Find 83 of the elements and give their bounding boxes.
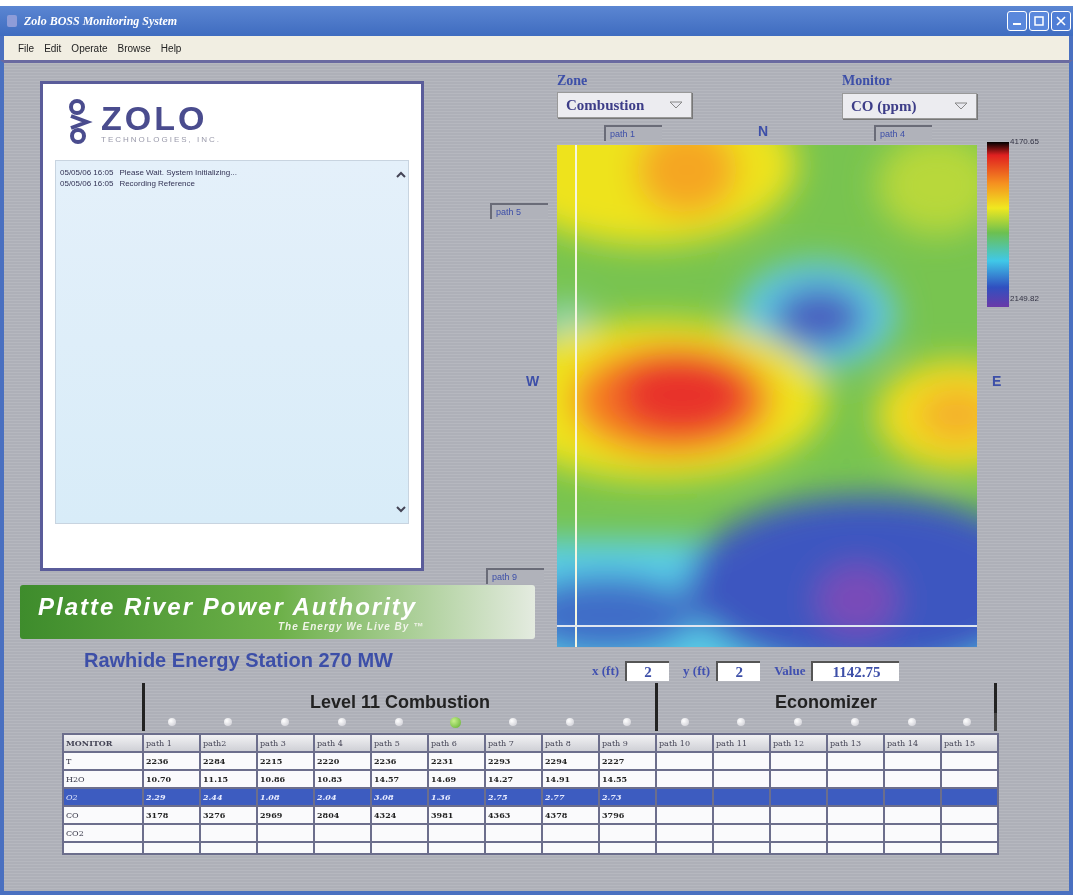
path-indicator[interactable] bbox=[565, 718, 574, 726]
caret-icon bbox=[954, 102, 968, 110]
path-indicator[interactable] bbox=[337, 718, 346, 726]
banner-title: Platte River Power Authority bbox=[38, 592, 419, 621]
compass-label: E bbox=[992, 373, 1002, 389]
column-header: path 9 bbox=[599, 734, 656, 752]
caret-icon bbox=[669, 101, 683, 109]
close-button[interactable] bbox=[1051, 11, 1071, 31]
scale-min-label: 2149.82 bbox=[1010, 294, 1039, 303]
column-header: path 5 bbox=[371, 734, 428, 752]
log-time: 05/05/06 16:05 bbox=[60, 178, 114, 189]
log-time: 05/05/06 16:05 bbox=[60, 167, 114, 178]
y-field[interactable]: 2 bbox=[716, 661, 761, 681]
x-field[interactable]: 2 bbox=[625, 661, 670, 681]
column-header: MONITOR bbox=[63, 734, 143, 752]
path-indicator[interactable] bbox=[450, 716, 461, 728]
compass-label: W bbox=[526, 373, 540, 389]
path-label: path 4 bbox=[874, 125, 932, 141]
app-icon bbox=[6, 14, 18, 28]
path-indicator[interactable] bbox=[963, 718, 971, 726]
column-header: path 1 bbox=[143, 734, 200, 752]
section-title: Level 11 Combustion bbox=[309, 692, 490, 713]
maximize-icon bbox=[1034, 16, 1044, 26]
station-title: Rawhide Energy Station 270 MW bbox=[84, 649, 394, 672]
path-indicator[interactable] bbox=[622, 718, 631, 726]
path-indicator[interactable] bbox=[508, 718, 517, 726]
logo-tagline: TECHNOLOGIES, INC. bbox=[101, 134, 221, 144]
logo-text: ZOLO bbox=[101, 100, 209, 135]
table-row[interactable]: H2O 10.70 11.15 10.86 10.83 14.57 14.69 14.27 14.91 14.55 bbox=[63, 770, 998, 788]
column-header: path 7 bbox=[485, 734, 542, 752]
column-header: path 15 bbox=[941, 734, 998, 752]
menu-item[interactable]: Edit bbox=[44, 42, 62, 54]
column-header: path 13 bbox=[827, 734, 884, 752]
path-indicator[interactable] bbox=[280, 718, 289, 726]
column-header: path 8 bbox=[542, 734, 599, 752]
scale-max-label: 4170.65 bbox=[1010, 137, 1039, 146]
menu-item[interactable]: Operate bbox=[71, 42, 108, 54]
zone-label: Zone bbox=[557, 73, 588, 89]
path-label: path 5 bbox=[490, 203, 548, 219]
path-indicator[interactable] bbox=[223, 718, 232, 726]
banner-slogan: The Energy We Live By ™ bbox=[278, 620, 426, 632]
column-header: path 4 bbox=[314, 734, 371, 752]
path-indicator[interactable] bbox=[168, 718, 176, 726]
x-label: x (ft) bbox=[592, 663, 620, 679]
scroll-up-icon[interactable] bbox=[396, 171, 406, 179]
path-indicator[interactable] bbox=[736, 718, 745, 726]
column-header: path 6 bbox=[428, 734, 485, 752]
path-indicator[interactable] bbox=[850, 718, 859, 726]
path-label: path 9 bbox=[486, 568, 544, 584]
value-field[interactable]: 1142.75 bbox=[811, 661, 900, 681]
table-row[interactable]: CO2 bbox=[63, 824, 998, 842]
column-header: path2 bbox=[200, 734, 257, 752]
menu-item[interactable]: Browse bbox=[117, 42, 151, 54]
table-row[interactable]: CO 3178 3276 2969 2804 4324 3981 4363 4378 3796 bbox=[63, 806, 998, 824]
path-indicator[interactable] bbox=[681, 718, 689, 726]
minimize-button[interactable] bbox=[1007, 11, 1027, 31]
column-header: path 11 bbox=[713, 734, 770, 752]
menu-item[interactable]: Help bbox=[160, 42, 182, 54]
section-title: Economizer bbox=[775, 692, 877, 713]
menu-item[interactable]: File bbox=[18, 42, 35, 54]
column-header: path 14 bbox=[884, 734, 941, 752]
compass-label: N bbox=[758, 123, 769, 139]
path-indicator[interactable] bbox=[793, 718, 802, 726]
path-label: path 1 bbox=[604, 125, 662, 141]
close-icon bbox=[1056, 16, 1066, 26]
monitor-label: Monitor bbox=[842, 73, 892, 89]
log-message: Please Wait. System Initializing... bbox=[119, 167, 237, 178]
log-message: Recording Reference bbox=[119, 178, 195, 189]
minimize-icon bbox=[1013, 23, 1021, 25]
scroll-down-icon[interactable] bbox=[396, 505, 406, 513]
y-label: y (ft) bbox=[683, 663, 711, 679]
zone-dropdown[interactable]: Combustion bbox=[557, 92, 692, 118]
column-header: path 3 bbox=[257, 734, 314, 752]
column-header: path 12 bbox=[770, 734, 827, 752]
table-row[interactable]: O2 2.29 2.44 1.08 2.04 3.08 1.36 2.75 2.77 2.73 bbox=[63, 788, 998, 806]
monitor-dropdown[interactable]: CO (ppm) bbox=[842, 93, 977, 119]
table-row[interactable]: T 2236 2284 2215 2220 2236 2231 2293 2294 2227 bbox=[63, 752, 998, 770]
window-title: Zolo BOSS Monitoring System bbox=[24, 13, 178, 29]
column-header: path 10 bbox=[656, 734, 713, 752]
path-indicator[interactable] bbox=[394, 718, 403, 726]
maximize-button[interactable] bbox=[1029, 11, 1049, 31]
value-label: Value bbox=[774, 663, 806, 679]
path-indicator[interactable] bbox=[907, 718, 916, 726]
